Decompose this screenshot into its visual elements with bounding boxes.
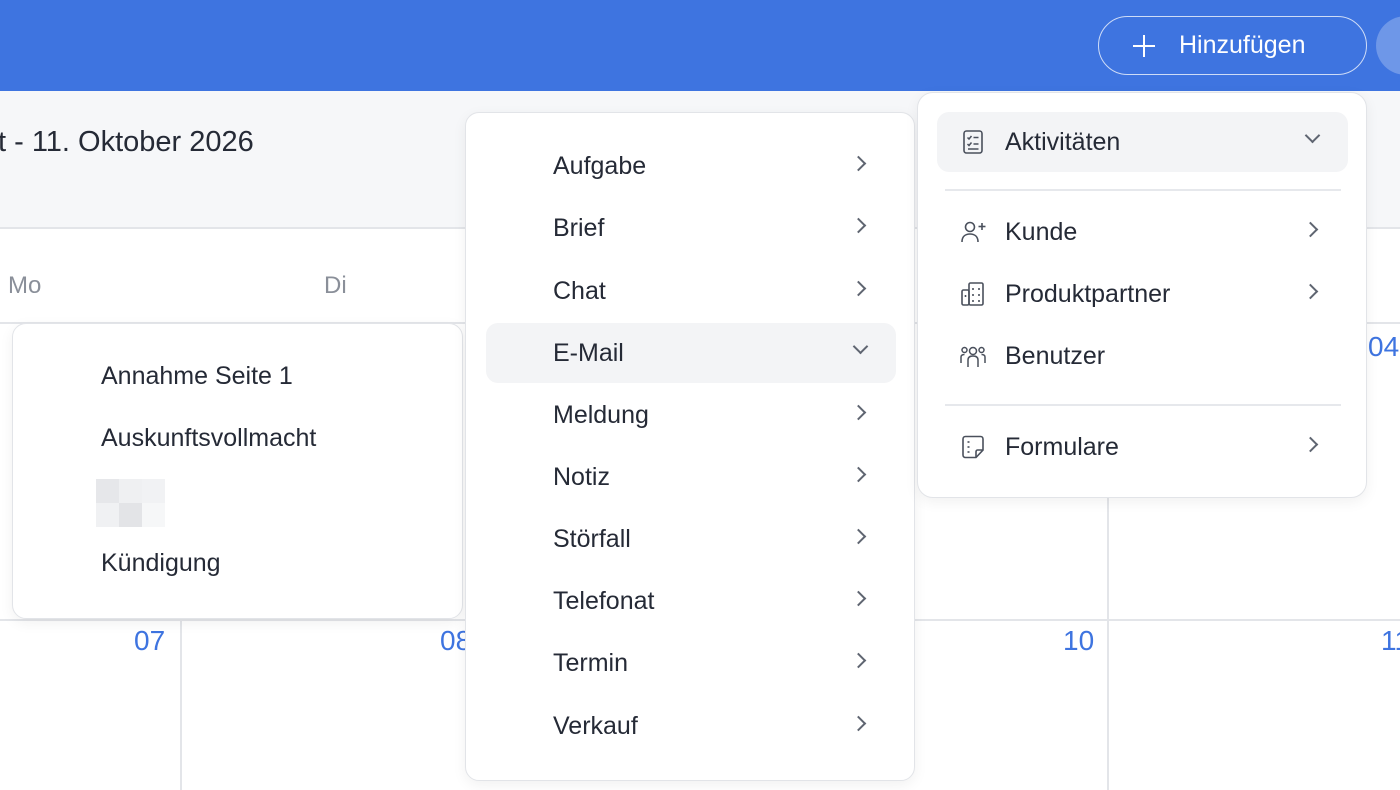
category-label: Produktpartner	[1005, 279, 1171, 308]
weekday-tue: Di	[324, 272, 347, 299]
form-icon	[962, 435, 984, 459]
weekday-mon: Mo	[8, 272, 42, 299]
group-icon	[960, 346, 986, 367]
checklist-icon	[963, 130, 983, 154]
chevron-right-icon	[1302, 436, 1319, 453]
chevron-right-icon	[850, 528, 867, 545]
document-item-kuendigung[interactable]: Kündigung	[101, 549, 221, 578]
chevron-right-icon	[1302, 283, 1319, 300]
type-item-brief[interactable]: Brief	[486, 198, 896, 258]
avatar[interactable]	[1376, 16, 1400, 75]
category-forms[interactable]: Formulare	[937, 417, 1348, 477]
category-product-partner[interactable]: Produktpartner	[937, 264, 1348, 324]
type-item-label: Meldung	[553, 400, 649, 429]
category-customer[interactable]: Kunde	[937, 202, 1348, 262]
category-activities[interactable]: Aktivitäten	[937, 112, 1348, 172]
chevron-right-icon	[850, 280, 867, 297]
activity-type-submenu: Aufgabe Brief Chat E-Mail Meldung Notiz …	[465, 112, 915, 781]
document-submenu: Annahme Seite 1 Auskunftsvollmacht Kündi…	[12, 323, 463, 619]
type-item-label: Brief	[553, 213, 605, 242]
grid-line	[1107, 498, 1109, 790]
chevron-right-icon	[850, 155, 867, 172]
add-category-menu: Aktivitäten Kunde Produktpartner Benutze…	[917, 92, 1367, 498]
redacted-item[interactable]	[96, 479, 166, 527]
type-item-verkauf[interactable]: Verkauf	[486, 696, 896, 756]
top-bar: Hinzufügen	[0, 0, 1400, 91]
category-users[interactable]: Benutzer	[937, 326, 1348, 386]
document-item-auskunftsvollmacht[interactable]: Auskunftsvollmacht	[101, 424, 316, 453]
grid-line	[180, 620, 182, 790]
date-range-title: t - 11. Oktober 2026	[0, 126, 254, 158]
chevron-right-icon	[850, 217, 867, 234]
add-button[interactable]: Hinzufügen	[1098, 16, 1367, 75]
type-item-notiz[interactable]: Notiz	[486, 447, 896, 507]
chevron-down-icon	[852, 338, 869, 355]
chevron-right-icon	[850, 715, 867, 732]
type-item-label: Aufgabe	[553, 151, 647, 180]
building-icon	[961, 282, 984, 306]
chevron-down-icon	[1304, 127, 1321, 144]
chevron-right-icon	[850, 466, 867, 483]
type-item-meldung[interactable]: Meldung	[486, 385, 896, 445]
type-item-termin[interactable]: Termin	[486, 633, 896, 693]
type-item-label: Chat	[553, 276, 606, 305]
day-number-11[interactable]: 11	[1381, 625, 1400, 657]
type-item-stoerfall[interactable]: Störfall	[486, 509, 896, 569]
chevron-right-icon	[1302, 221, 1319, 238]
menu-divider	[945, 189, 1341, 191]
add-user-icon	[961, 221, 986, 243]
category-label: Kunde	[1005, 217, 1078, 246]
type-item-telefonat[interactable]: Telefonat	[486, 571, 896, 631]
chevron-right-icon	[850, 590, 867, 607]
menu-divider	[945, 404, 1341, 406]
type-item-label: Störfall	[553, 524, 631, 553]
type-item-label: Notiz	[553, 462, 610, 491]
type-item-email[interactable]: E-Mail	[486, 323, 896, 383]
day-number-10[interactable]: 10	[1063, 625, 1094, 657]
day-number-04[interactable]: 04	[1368, 331, 1399, 363]
add-button-label: Hinzufügen	[1179, 31, 1306, 59]
type-item-aufgabe[interactable]: Aufgabe	[486, 136, 896, 196]
type-item-chat[interactable]: Chat	[486, 261, 896, 321]
category-label: Benutzer	[1005, 341, 1106, 370]
document-item-annahme[interactable]: Annahme Seite 1	[101, 362, 293, 391]
day-number-07[interactable]: 07	[134, 625, 165, 657]
type-item-label: Verkauf	[553, 711, 638, 740]
plus-icon	[1131, 33, 1157, 59]
chevron-right-icon	[850, 404, 867, 421]
type-item-label: E-Mail	[553, 338, 624, 367]
grid-line	[1367, 322, 1400, 324]
category-label: Aktivitäten	[1005, 127, 1121, 156]
type-item-label: Telefonat	[553, 586, 655, 615]
category-label: Formulare	[1005, 432, 1119, 461]
chevron-right-icon	[850, 652, 867, 669]
type-item-label: Termin	[553, 648, 629, 677]
